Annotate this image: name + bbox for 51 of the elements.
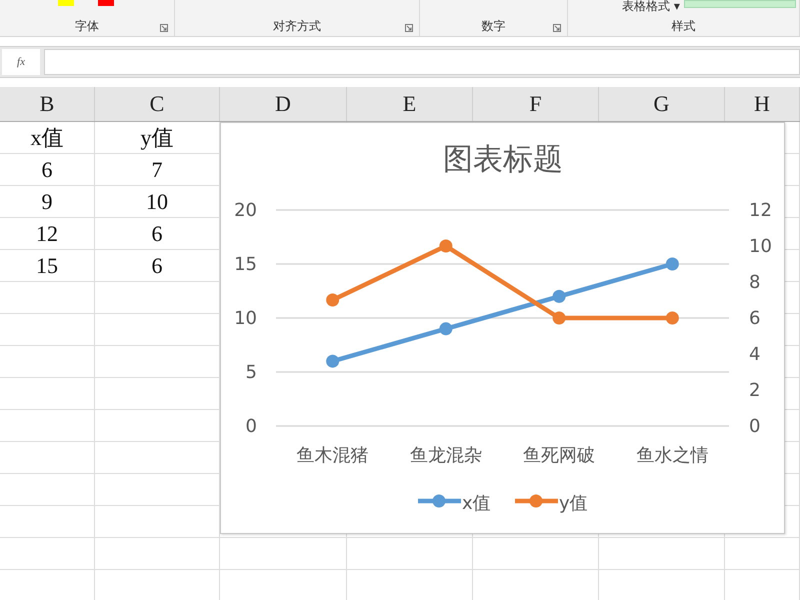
insert-function-button[interactable]: fx	[2, 49, 40, 75]
formula-input-field[interactable]	[44, 49, 800, 75]
column-header[interactable]: H	[725, 87, 800, 121]
table-cell: 12	[0, 218, 95, 250]
chart-title: 图表标题	[443, 142, 563, 177]
column-header[interactable]: C	[95, 87, 220, 121]
table-format-button[interactable]: 表格格式 ▾	[622, 0, 680, 13]
column-header[interactable]: D	[220, 87, 347, 121]
point	[552, 290, 566, 303]
column-header[interactable]: F	[473, 87, 599, 121]
category-label: 鱼水之情	[636, 445, 708, 466]
axis-tick-label: 0	[246, 416, 257, 437]
point	[439, 322, 452, 336]
column-header[interactable]: G	[599, 87, 725, 121]
category-label: 鱼死网破	[523, 445, 596, 466]
group-label: 数字	[482, 18, 506, 34]
cell-style-preview[interactable]	[684, 0, 796, 8]
category-label: 鱼龙混杂	[410, 445, 482, 466]
column-header[interactable]: B	[0, 87, 95, 121]
table-cell: x值	[0, 122, 95, 154]
group-label: 对齐方式	[273, 18, 321, 34]
dialog-launcher-icon[interactable]	[160, 24, 168, 32]
axis-tick-label: 15	[234, 254, 257, 275]
table-cell: 15	[0, 250, 95, 282]
axis-tick-label: 20	[234, 200, 257, 221]
group-label: 字体	[75, 18, 99, 34]
axis-tick-label: 2	[749, 380, 760, 401]
axis-tick-label: 5	[246, 362, 257, 383]
point	[666, 258, 679, 270]
font-color-icon[interactable]	[98, 0, 114, 6]
highlight-color-icon[interactable]	[58, 0, 74, 6]
axis-tick-label: 6	[749, 308, 760, 329]
axis-tick-label: 10	[234, 308, 257, 329]
axis-tick-label: 12	[749, 200, 772, 221]
axis-tick-label: 8	[749, 272, 760, 293]
legend-label: y值	[559, 493, 588, 514]
point	[326, 354, 340, 368]
axis-tick-label: 10	[749, 236, 772, 257]
legend-line-icon	[515, 494, 558, 508]
chart-panel[interactable]: 图表标题 0 5 10 15 20 0 2 4 6 8 10 12 鱼木混猪 鱼龙混杂 鱼死网破 鱼水之情 x值 y值	[220, 122, 785, 534]
axis-tick-label: 0	[749, 416, 760, 437]
dialog-launcher-icon[interactable]	[553, 24, 561, 32]
dialog-launcher-icon[interactable]	[405, 24, 413, 32]
column-header[interactable]: E	[347, 87, 473, 121]
legend-line-icon	[418, 494, 461, 508]
table-cell: 9	[0, 186, 95, 218]
table-cell: 6	[0, 154, 95, 186]
category-label: 鱼木混猪	[296, 445, 369, 466]
axis-tick-label: 4	[749, 344, 760, 365]
legend-label: x值	[462, 493, 491, 514]
group-label: 样式	[672, 18, 696, 34]
